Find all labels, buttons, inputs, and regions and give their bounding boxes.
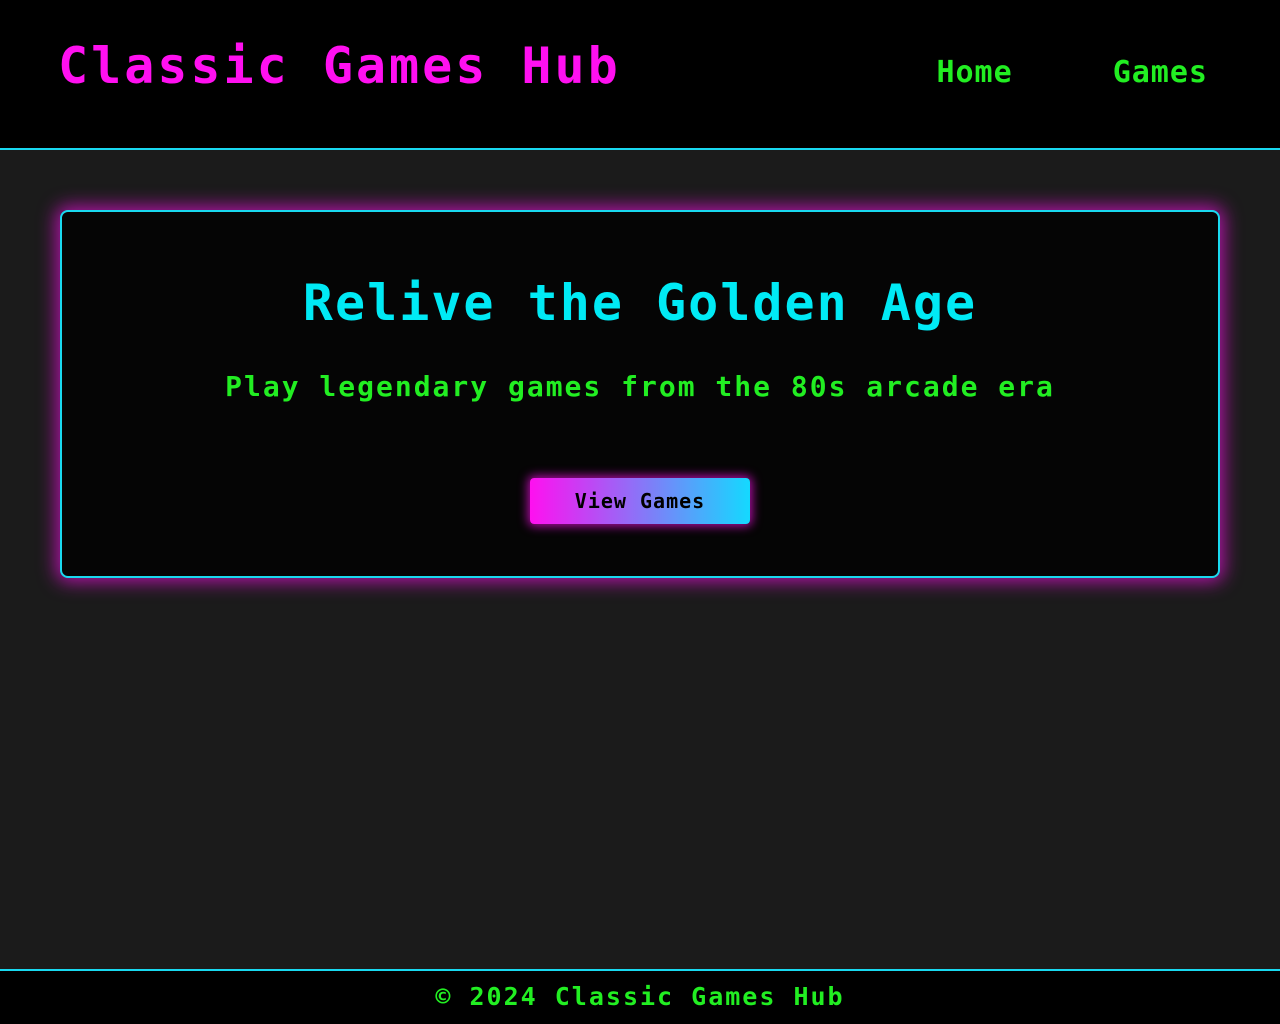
main-nav: Home Games	[936, 55, 1208, 91]
hero-title: Relive the Golden Age	[302, 274, 978, 332]
site-logo-title[interactable]: Classic Games Hub	[58, 38, 621, 94]
view-games-button[interactable]: View Games	[530, 478, 750, 524]
hero-card: Relive the Golden Age Play legendary gam…	[60, 210, 1220, 578]
footer-copyright: © 2024 Classic Games Hub	[435, 982, 845, 1011]
site-footer: © 2024 Classic Games Hub	[0, 969, 1280, 1024]
page: Classic Games Hub Home Games Relive the …	[0, 0, 1280, 1024]
nav-link-games[interactable]: Games	[1113, 55, 1208, 91]
hero-subtitle: Play legendary games from the 80s arcade…	[225, 370, 1055, 403]
site-header: Classic Games Hub Home Games	[0, 0, 1280, 150]
nav-link-home[interactable]: Home	[936, 55, 1012, 91]
